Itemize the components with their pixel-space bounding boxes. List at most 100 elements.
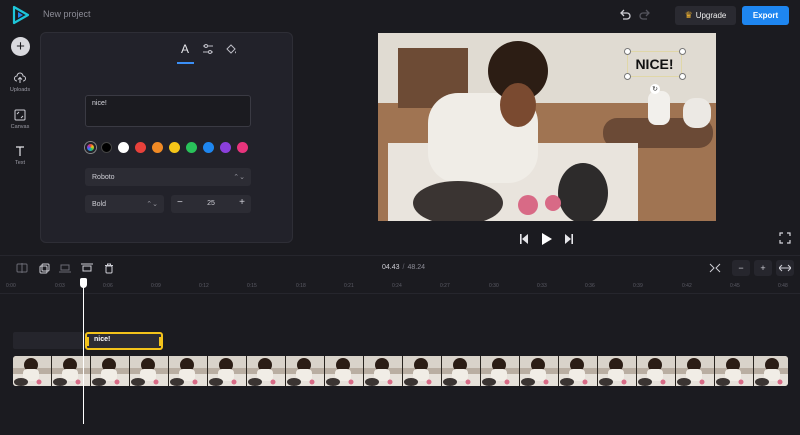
align-top-icon bbox=[81, 263, 93, 272]
swatch-pink[interactable] bbox=[237, 142, 248, 153]
video-filmstrip bbox=[13, 356, 788, 386]
font-weight-value: Bold bbox=[92, 200, 107, 208]
fullscreen-icon[interactable] bbox=[779, 232, 791, 244]
filmstrip-frame bbox=[520, 356, 559, 386]
upgrade-button[interactable]: ♛ Upgrade bbox=[675, 6, 736, 25]
increase-icon[interactable]: + bbox=[239, 197, 245, 208]
zoom-out-button[interactable]: − bbox=[732, 260, 750, 276]
duplicate-button[interactable] bbox=[37, 262, 51, 274]
filmstrip-frame bbox=[208, 356, 247, 386]
rail-label-canvas: Canvas bbox=[10, 124, 30, 130]
filmstrip-frame bbox=[247, 356, 286, 386]
text-clip[interactable]: nice! bbox=[85, 332, 163, 350]
rail-item-canvas[interactable]: Canvas bbox=[0, 109, 40, 130]
filmstrip-frame bbox=[130, 356, 169, 386]
resize-handle-bottom-right[interactable] bbox=[679, 73, 686, 80]
rotate-handle-icon[interactable]: ↻ bbox=[650, 84, 660, 94]
fit-icon bbox=[709, 263, 721, 273]
filmstrip-frame bbox=[325, 356, 364, 386]
filmstrip-frame bbox=[715, 356, 754, 386]
rail-label-uploads: Uploads bbox=[9, 87, 31, 93]
skip-back-icon[interactable] bbox=[520, 234, 528, 244]
paint-bucket-icon bbox=[226, 44, 236, 54]
filmstrip-frame bbox=[286, 356, 325, 386]
resize-handle-bottom-left[interactable] bbox=[624, 73, 631, 80]
clip-trim-handle-left[interactable] bbox=[86, 337, 89, 346]
plus-icon: + bbox=[760, 263, 766, 273]
filmstrip-frame bbox=[637, 356, 676, 386]
crown-icon: ♛ bbox=[684, 10, 693, 20]
timecode: 04.43/48.24 bbox=[382, 264, 425, 271]
swatch-color-picker[interactable] bbox=[85, 142, 96, 153]
align-bottom-icon bbox=[59, 264, 71, 273]
ruler-tick: 0:39 bbox=[633, 283, 643, 289]
panel-tabs: A bbox=[41, 33, 292, 64]
split-icon bbox=[16, 263, 28, 273]
redo-icon[interactable] bbox=[638, 8, 652, 22]
export-button[interactable]: Export bbox=[742, 6, 789, 25]
filmstrip-frame bbox=[676, 356, 715, 386]
chevron-updown-icon: ⌃⌄ bbox=[233, 174, 245, 181]
ruler-tick: 0:12 bbox=[199, 283, 209, 289]
expand-timeline-button[interactable] bbox=[776, 260, 794, 276]
filmstrip-frame bbox=[403, 356, 442, 386]
swatch-blue[interactable] bbox=[203, 142, 214, 153]
video-track[interactable] bbox=[13, 356, 788, 386]
add-media-button[interactable]: + bbox=[11, 37, 30, 56]
rail-label-text: Text bbox=[14, 160, 26, 166]
ruler-tick: 0:00 bbox=[6, 283, 16, 289]
swatch-red[interactable] bbox=[135, 142, 146, 153]
preview-text-overlay[interactable]: NICE! bbox=[627, 51, 682, 77]
timeline-ruler[interactable]: 0:00 0:03 0:06 0:09 0:12 0:15 0:18 0:21 … bbox=[0, 282, 800, 294]
playhead[interactable] bbox=[83, 280, 84, 424]
skip-forward-icon[interactable] bbox=[565, 234, 573, 244]
project-name[interactable]: New project bbox=[43, 9, 91, 19]
tab-fill[interactable] bbox=[222, 40, 240, 58]
ruler-tick: 0:45 bbox=[730, 283, 740, 289]
filmstrip-frame bbox=[598, 356, 637, 386]
undo-icon[interactable] bbox=[618, 8, 632, 22]
play-icon[interactable] bbox=[542, 233, 552, 245]
filmstrip-frame bbox=[442, 356, 481, 386]
zoom-in-button[interactable]: + bbox=[754, 260, 772, 276]
ruler-tick: 0:30 bbox=[489, 283, 499, 289]
font-weight-select[interactable]: Bold ⌃⌄ bbox=[85, 195, 164, 213]
resize-handle-top-right[interactable] bbox=[679, 48, 686, 55]
swatch-orange[interactable] bbox=[152, 142, 163, 153]
swatch-green[interactable] bbox=[186, 142, 197, 153]
time-separator: / bbox=[402, 264, 405, 271]
split-button[interactable] bbox=[15, 262, 29, 274]
swatch-purple[interactable] bbox=[220, 142, 231, 153]
rail-item-uploads[interactable]: Uploads bbox=[0, 72, 40, 93]
font-size-stepper[interactable]: − 25 + bbox=[171, 195, 251, 213]
playhead-handle[interactable] bbox=[80, 278, 87, 288]
text-content-input[interactable]: nice! bbox=[85, 95, 251, 127]
canvas-icon bbox=[14, 109, 26, 121]
tab-text-style[interactable]: A bbox=[176, 40, 194, 58]
align-top-button[interactable] bbox=[80, 262, 94, 274]
logo-icon[interactable] bbox=[12, 5, 30, 25]
delete-button[interactable] bbox=[102, 262, 116, 274]
current-time: 04.43 bbox=[382, 264, 400, 271]
align-bottom-button[interactable] bbox=[58, 262, 72, 274]
total-duration: 48.24 bbox=[407, 264, 426, 271]
swatch-yellow[interactable] bbox=[169, 142, 180, 153]
ruler-tick: 0:24 bbox=[392, 283, 402, 289]
tab-adjust[interactable] bbox=[199, 40, 217, 58]
ruler-tick: 0:03 bbox=[55, 283, 65, 289]
trash-icon bbox=[105, 263, 113, 273]
ruler-tick: 0:42 bbox=[682, 283, 692, 289]
text-track[interactable] bbox=[13, 332, 85, 349]
playback-controls bbox=[520, 233, 573, 245]
rail-item-text[interactable]: Text bbox=[0, 145, 40, 166]
font-family-select[interactable]: Roboto ⌃⌄ bbox=[85, 168, 251, 186]
resize-handle-top-left[interactable] bbox=[624, 48, 631, 55]
swatch-white[interactable] bbox=[118, 142, 129, 153]
fit-timeline-button[interactable] bbox=[708, 262, 722, 274]
chevron-updown-icon: ⌃⌄ bbox=[146, 201, 158, 208]
swatch-black[interactable] bbox=[101, 142, 112, 153]
filmstrip-frame bbox=[559, 356, 598, 386]
clip-trim-handle-right[interactable] bbox=[159, 337, 162, 346]
text-clip-label: nice! bbox=[94, 336, 111, 343]
editor-app: New project ♛ Upgrade Export + Uploads C… bbox=[0, 0, 800, 435]
